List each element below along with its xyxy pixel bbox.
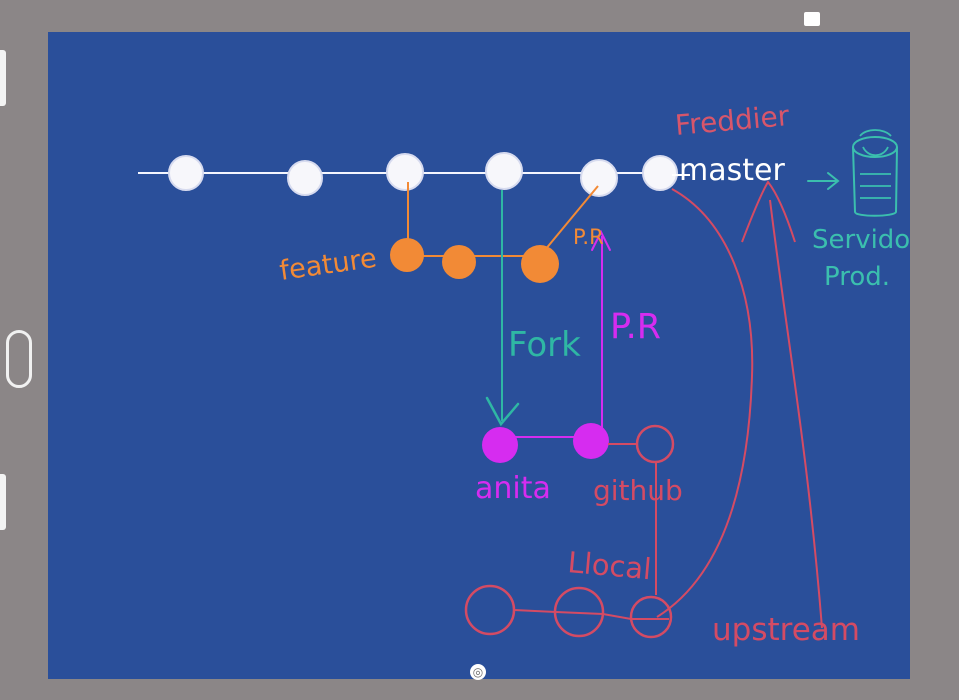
master-commit-5 (580, 159, 618, 197)
upstream-node (629, 595, 673, 639)
bezel-top-tab (0, 50, 6, 106)
feature-branch (390, 182, 599, 283)
bezel-bottom-tab (0, 474, 6, 530)
feature-label: feature (278, 243, 379, 287)
master-to-upstream-curve (656, 188, 754, 618)
master-commit-6 (642, 155, 678, 191)
drag-handle-icon[interactable]: ◎ (470, 664, 486, 680)
drawing-canvas[interactable]: Freddier master feature P.R Fork P.R ani… (48, 32, 910, 679)
pull-request-label: P.R (610, 307, 661, 347)
deploy-arrow-icon (807, 172, 840, 190)
local-label: Llocal (566, 545, 652, 586)
server-icon (852, 129, 898, 217)
feature-commit-3 (521, 245, 559, 283)
github-node (635, 424, 675, 464)
local-node-1 (464, 584, 516, 636)
upstream-label: upstream (712, 612, 860, 648)
window-status-icon (804, 12, 820, 26)
master-label: master (679, 153, 785, 188)
git-diagram: Freddier master feature P.R Fork P.R ani… (138, 99, 910, 648)
pull-request-top-label: P.R (573, 225, 604, 249)
master-commits (168, 152, 678, 197)
servidor-label: Servidor (812, 225, 910, 255)
anita-commit-1 (482, 427, 518, 463)
feature-commit-2 (442, 245, 476, 279)
feature-commit-1 (390, 238, 424, 272)
local-chain-link (513, 609, 669, 620)
github-label: github (593, 474, 683, 507)
master-commit-2 (287, 160, 323, 196)
fork-label: Fork (508, 325, 581, 365)
upstream-to-master-curve (769, 199, 823, 629)
freddier-label: Freddier (674, 99, 791, 142)
master-commit-3 (386, 153, 424, 191)
master-commit-4 (485, 152, 523, 190)
prod-label: Prod. (824, 262, 890, 292)
anita-label: anita (475, 471, 551, 506)
master-commit-1 (168, 155, 204, 191)
whiteboard-app: Freddier master feature P.R Fork P.R ani… (0, 0, 959, 700)
anita-commit-2 (573, 423, 609, 459)
home-ring[interactable] (6, 330, 32, 388)
upstream-arrow-icon (741, 180, 796, 243)
